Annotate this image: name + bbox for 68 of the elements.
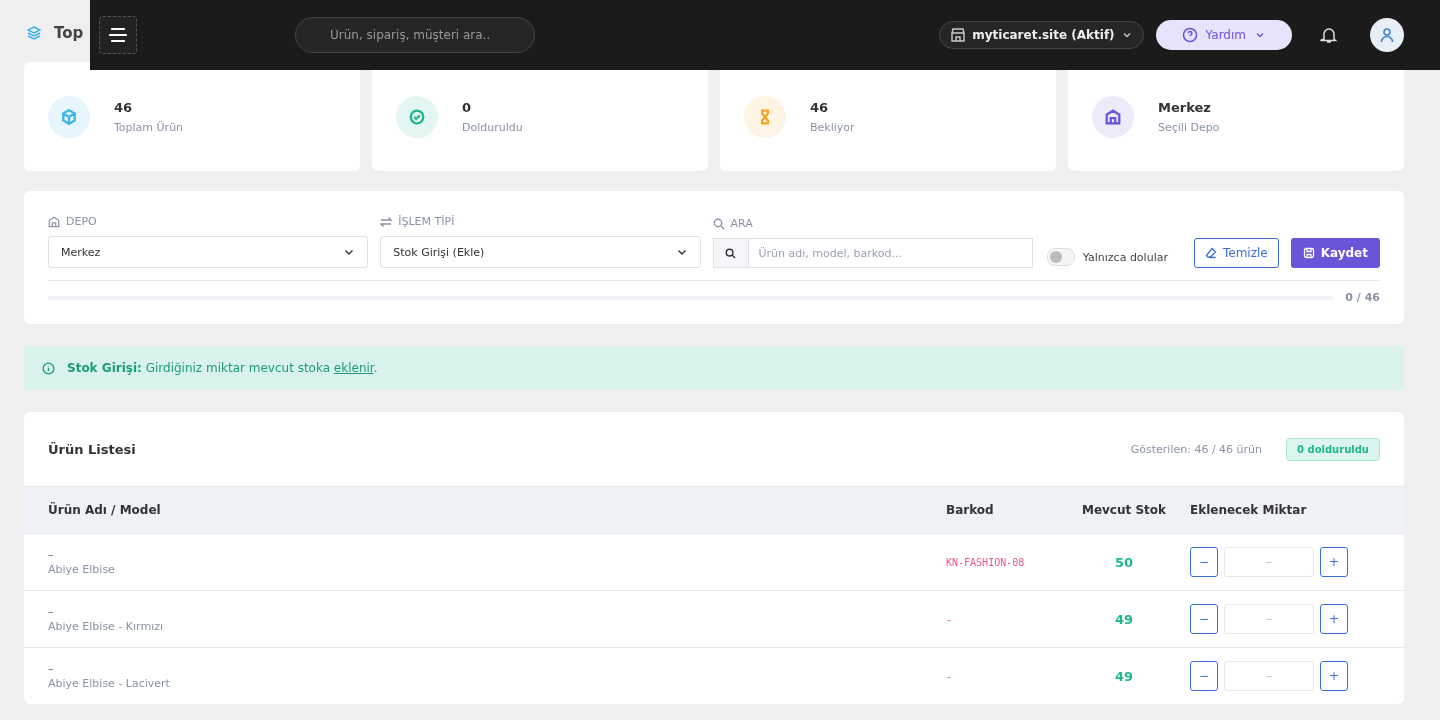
question-circle-icon [1181, 27, 1198, 43]
menu-icon [109, 28, 127, 42]
increase-button[interactable]: + [1320, 547, 1348, 577]
progress-reading: 0 / 46 [1345, 291, 1380, 304]
search-icon [725, 247, 737, 259]
shown-count: Gösterilen: 46 / 46 ürün [1130, 442, 1263, 456]
quantity-field[interactable]: – [1224, 547, 1314, 577]
stat-value: Merkez [1158, 99, 1212, 115]
stat-label: Dolduruldu [462, 120, 523, 134]
quantity-field[interactable]: – [1224, 604, 1314, 634]
stat-label: Seçili Depo [1158, 120, 1220, 134]
increase-button[interactable]: + [1320, 661, 1348, 691]
avatar-button[interactable] [1370, 18, 1404, 52]
clear-button[interactable]: Temizle [1193, 238, 1279, 268]
column-header: Ürün Adı / Model [48, 503, 162, 517]
product-model: Abiye Elbise - Lacivert [48, 677, 171, 690]
layers-icon [26, 25, 42, 41]
warehouse-select[interactable]: Merkez [48, 236, 369, 268]
stat-value: 46 [114, 99, 134, 115]
store-selector[interactable]: myticaret.site (Aktif) [939, 21, 1144, 49]
product-name: – [48, 605, 55, 618]
search-button[interactable] [712, 238, 749, 268]
decrease-button[interactable]: − [1190, 547, 1218, 577]
column-header: Barkod [946, 503, 995, 517]
column-header: Mevcut Stok [1080, 503, 1168, 517]
barcode: - [946, 670, 954, 682]
menu-button[interactable] [99, 16, 137, 54]
product-model: Abiye Elbise [48, 563, 116, 576]
swap-arrows-icon [380, 215, 393, 228]
field-label: ARA [730, 217, 753, 230]
user-icon [1379, 27, 1395, 43]
alert-text: Stok Girişi: Girdiğiniz miktar mevcut stoka eklenir. [67, 361, 378, 375]
field-label: DEPO [66, 215, 97, 228]
warehouse-icon [48, 215, 60, 228]
page-title: Top [54, 24, 84, 42]
search-field[interactable]: Ürün, sipariş, müşteri ara.. [295, 17, 535, 53]
stat-value: 0 [462, 99, 473, 115]
stock-count: 49 [1113, 611, 1135, 627]
decrease-button[interactable]: − [1190, 604, 1218, 634]
increase-button[interactable]: + [1320, 604, 1348, 634]
stat-label: Toplam Ürün [114, 120, 184, 134]
toggle-switch[interactable] [1046, 248, 1075, 266]
bell-icon[interactable] [1320, 26, 1338, 44]
decrease-button[interactable]: − [1190, 661, 1218, 691]
operation-type-select[interactable]: Stok Girişi (Ekle) [380, 236, 701, 268]
stat-value: 46 [810, 99, 830, 115]
save-button[interactable]: Kaydet [1290, 238, 1380, 268]
field-label: İŞLEM TİPİ [398, 215, 455, 228]
product-search-field[interactable]: Ürün adı, model, barkod... [748, 238, 1033, 268]
toggle-label: Yalnızca dolular [1082, 250, 1168, 264]
barcode: KN-FASHION-08 [946, 556, 1026, 568]
alert-link[interactable]: eklenir [333, 361, 374, 375]
barcode: - [946, 613, 954, 625]
stock-count: 49 [1113, 668, 1135, 684]
product-name: – [48, 662, 55, 675]
filled-count: 0 dolduruldu [1286, 437, 1380, 461]
eraser-icon [1204, 247, 1217, 259]
info-icon [42, 361, 55, 375]
table-title: Ürün Listesi [48, 441, 137, 457]
product-name: – [48, 548, 55, 561]
stock-count: 50 [1113, 554, 1135, 570]
column-header: Eklenecek Miktar [1190, 503, 1308, 517]
stat-label: Bekliyor [810, 120, 855, 134]
search-icon [712, 217, 725, 230]
store-icon [950, 27, 967, 43]
product-model: Abiye Elbise - Kırmızı [48, 620, 165, 633]
help-button[interactable]: Yardım [1155, 20, 1292, 50]
quantity-field[interactable]: – [1224, 661, 1314, 691]
